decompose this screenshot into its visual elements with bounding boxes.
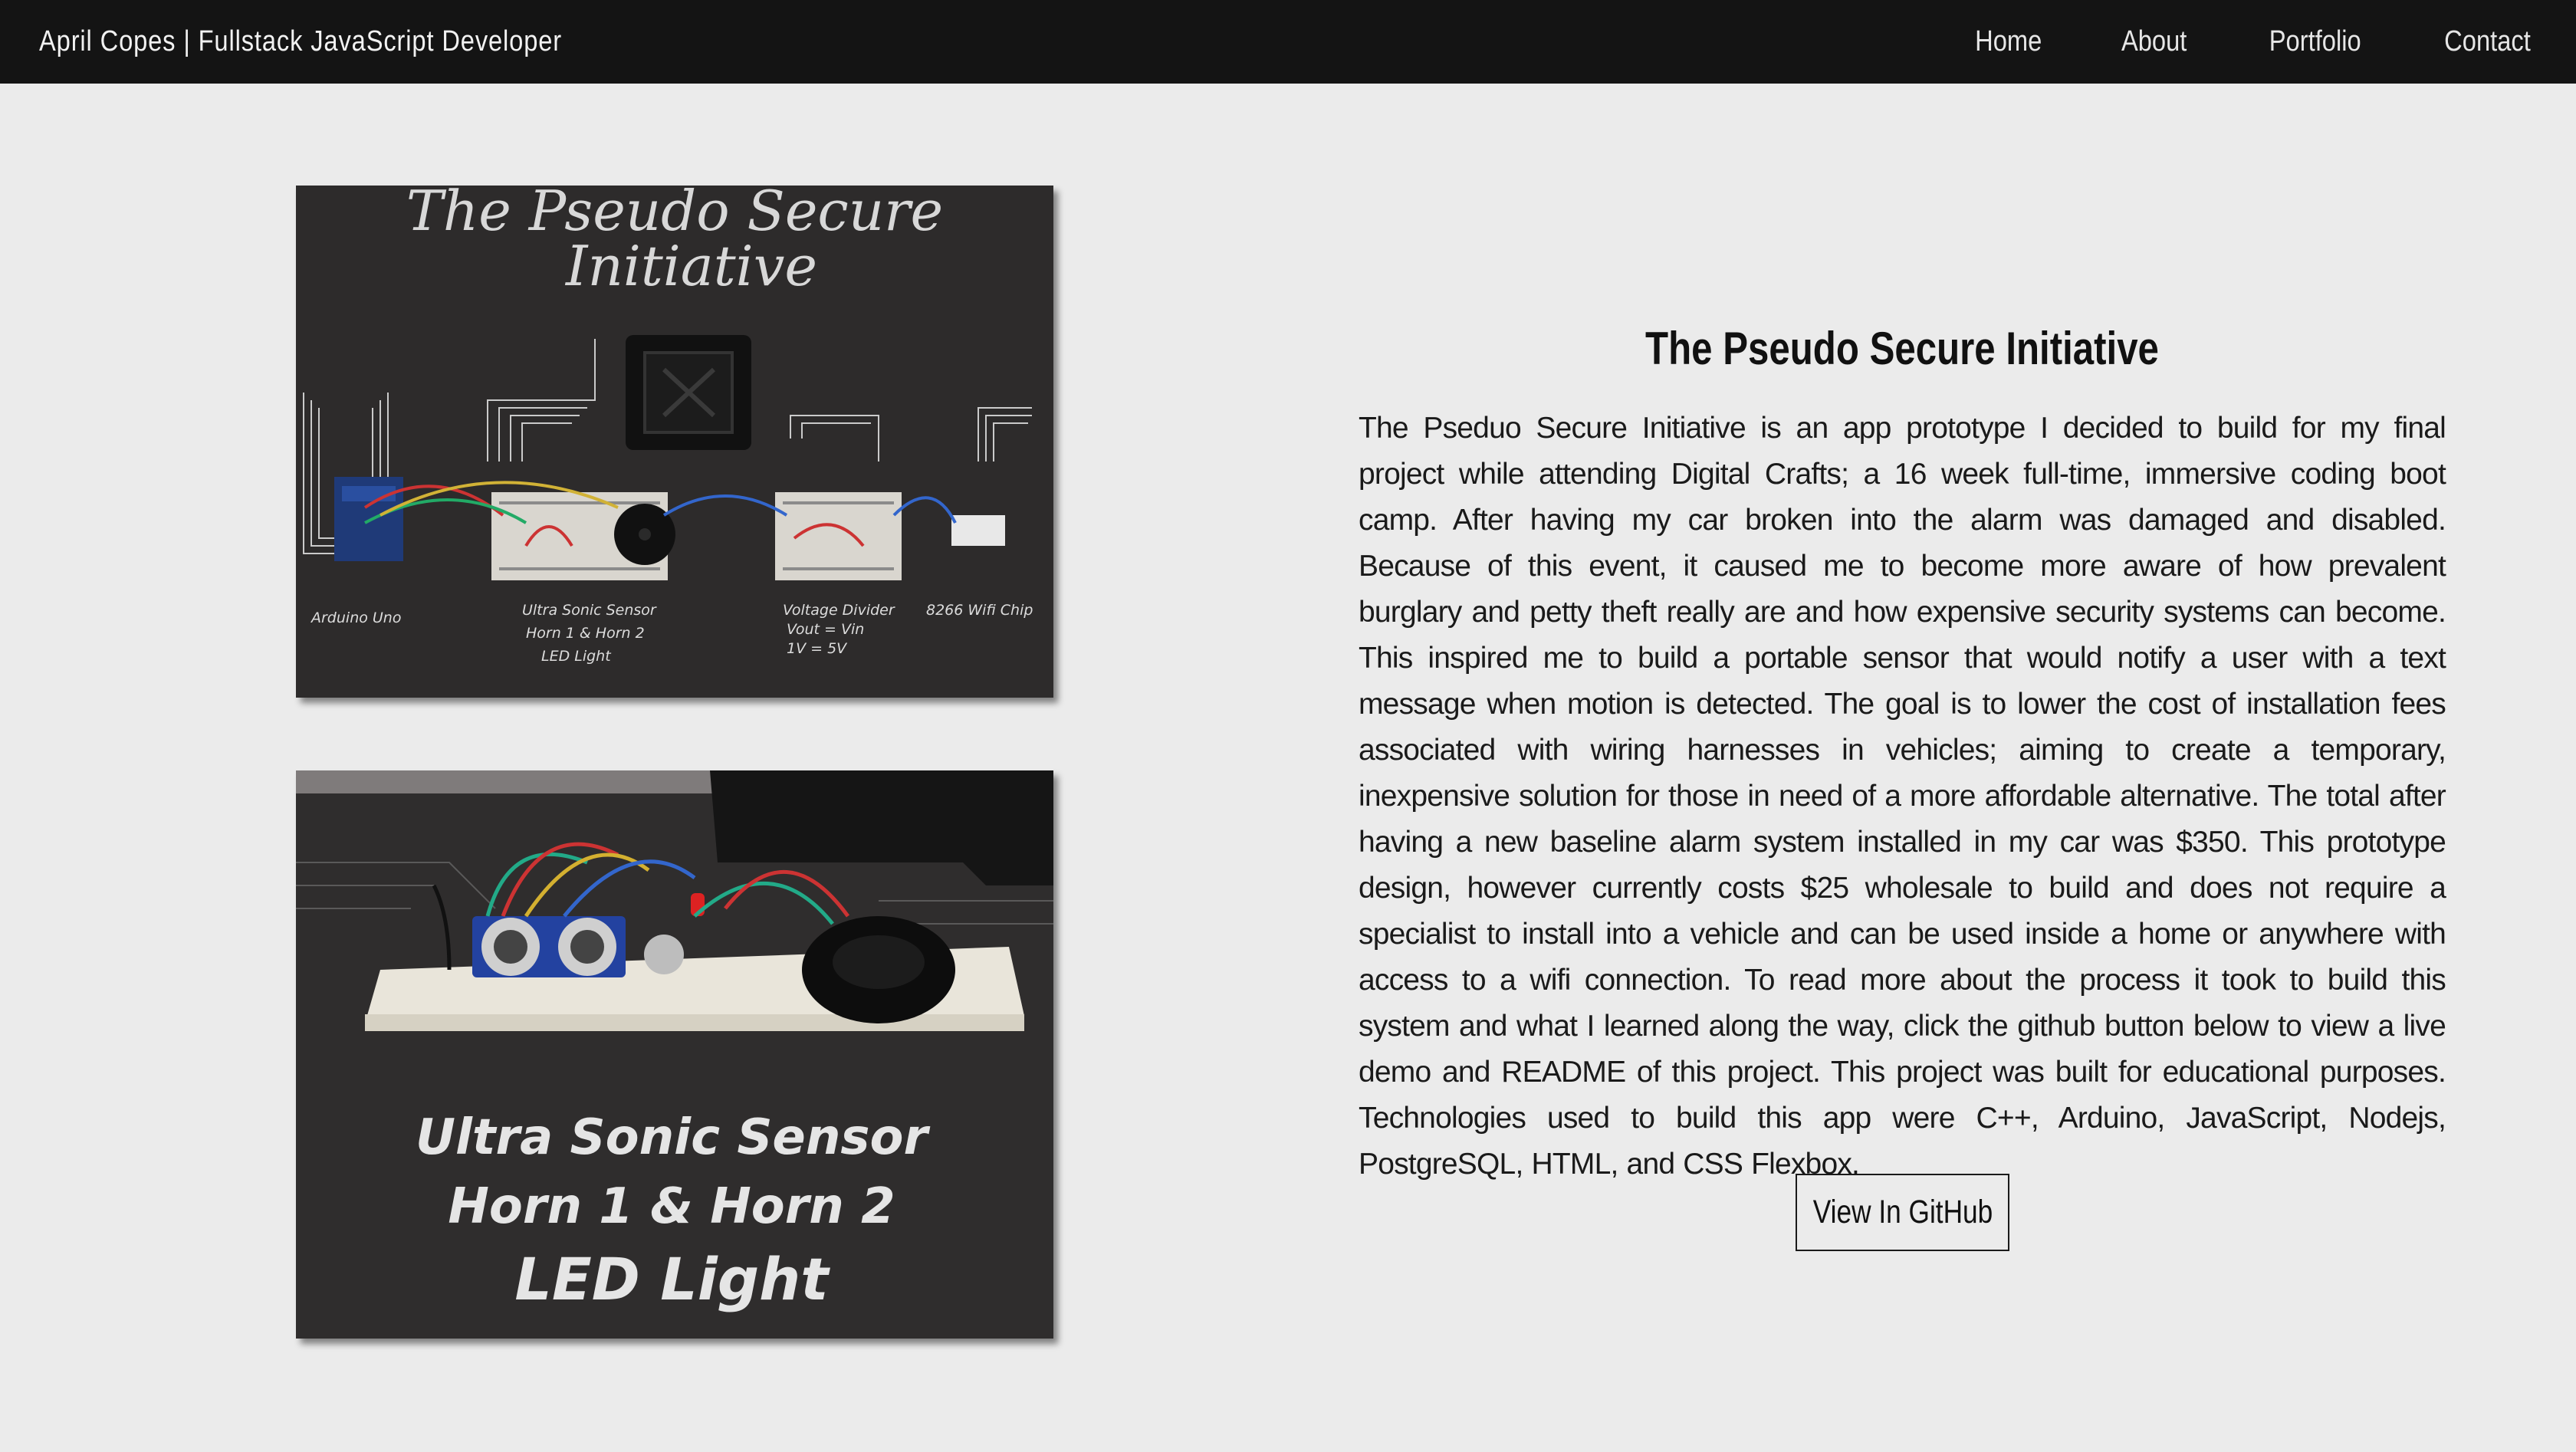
project-details: The Pseudo Secure Initiative The Pseduo …	[1359, 322, 2446, 1188]
breadboard-photo: Ultra Sonic Sensor Horn 1 & Horn 2 LED L…	[296, 770, 1053, 1339]
nav-link-home[interactable]: Home	[1975, 25, 2042, 58]
wiring-diagram-photo: The Pseudo Secure Initiative Arduino Uno…	[296, 186, 1053, 698]
diagram-label-wifi: 8266 Wifi Chip	[926, 602, 1033, 619]
diagram-label-1v: 1V = 5V	[787, 640, 848, 657]
diagram-label-horns: Horn 1 & Horn 2	[526, 625, 645, 642]
diagram-label-sensor: Ultra Sonic Sensor	[522, 602, 657, 619]
project-description: The Pseduo Secure Initiative is an app p…	[1359, 412, 2446, 1181]
navbar: April Copes | Fullstack JavaScript Devel…	[0, 0, 2576, 84]
diagram-label-vout: Vout = Vin	[787, 621, 864, 638]
nav-link-about[interactable]: About	[2121, 25, 2187, 58]
breadboard-label-line1: Ultra Sonic Sensor	[416, 1109, 930, 1166]
diagram-label-arduino: Arduino Uno	[310, 609, 401, 626]
diagram-title-line2: Initiative	[564, 234, 817, 298]
diagram-label-divider: Voltage Divider	[783, 602, 895, 619]
wiring-diagram-illustration: The Pseudo Secure Initiative Arduino Uno…	[296, 186, 1053, 698]
project-title: The Pseudo Secure Initiative	[1645, 323, 2159, 374]
nav-link-portfolio[interactable]: Portfolio	[2269, 25, 2361, 58]
nav-link-contact[interactable]: Contact	[2444, 25, 2531, 58]
breadboard-illustration: Ultra Sonic Sensor Horn 1 & Horn 2 LED L…	[296, 770, 1053, 1339]
view-github-button[interactable]: View In GitHub	[1796, 1174, 2009, 1251]
site-brand[interactable]: April Copes | Fullstack JavaScript Devel…	[39, 25, 562, 58]
breadboard-label-line3: LED Light	[514, 1245, 830, 1313]
nav-links: Home About Portfolio Contact	[1970, 25, 2538, 58]
view-github-button-label: View In GitHub	[1812, 1194, 1993, 1230]
diagram-label-led: LED Light	[541, 648, 612, 665]
breadboard-label-line2: Horn 1 & Horn 2	[448, 1178, 895, 1235]
